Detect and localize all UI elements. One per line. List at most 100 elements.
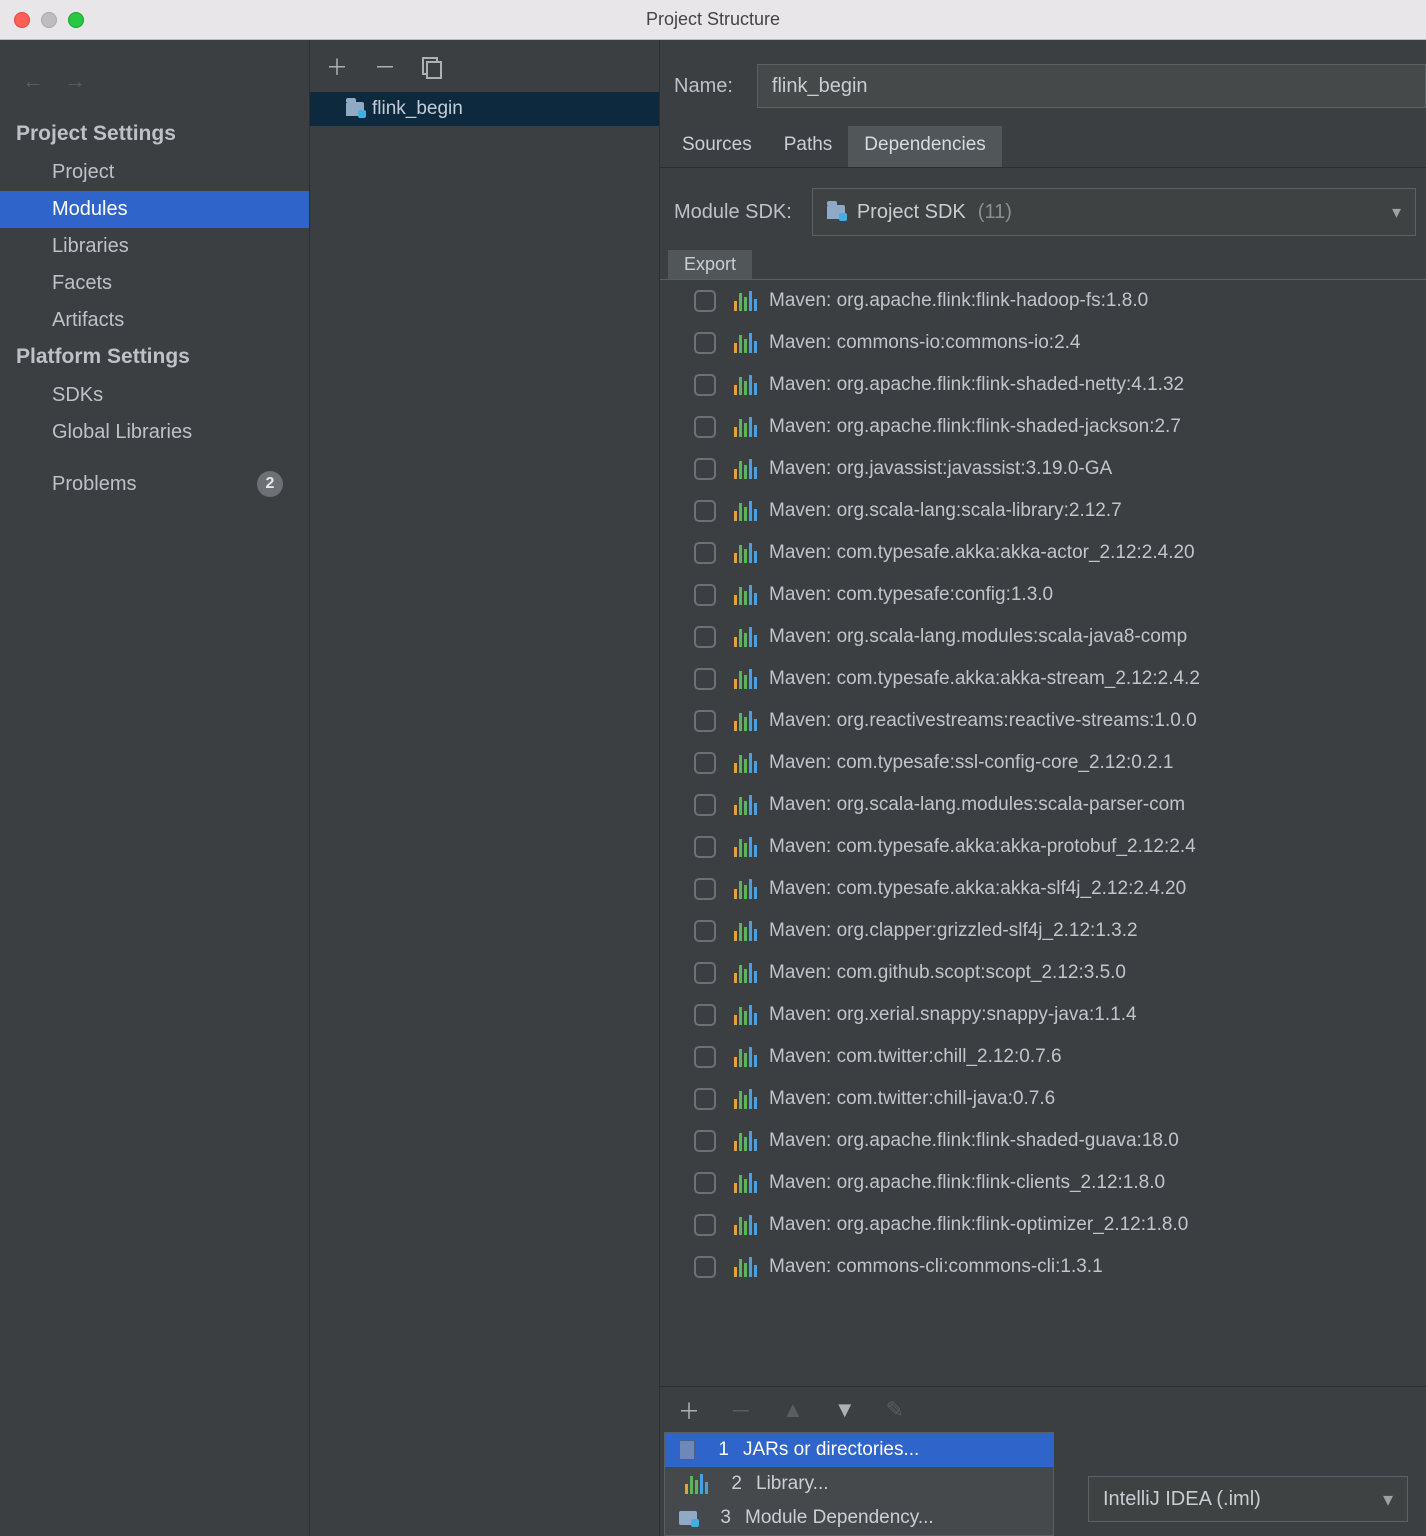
dependency-row[interactable]: Maven: com.typesafe.akka:akka-slf4j_2.12… [660, 868, 1426, 910]
dependency-row[interactable]: Maven: com.typesafe.akka:akka-protobuf_2… [660, 826, 1426, 868]
sidebar-item-libraries[interactable]: Libraries [0, 228, 309, 265]
dependency-row[interactable]: Maven: org.apache.flink:flink-clients_2.… [660, 1162, 1426, 1204]
module-sdk-select[interactable]: Project SDK (11) ▾ [812, 188, 1416, 236]
dependency-row[interactable]: Maven: org.reactivestreams:reactive-stre… [660, 700, 1426, 742]
dependency-row[interactable]: Maven: org.apache.flink:flink-shaded-net… [660, 364, 1426, 406]
library-icon [734, 333, 757, 353]
module-name-input[interactable] [757, 64, 1426, 108]
export-checkbox[interactable] [694, 458, 716, 480]
library-icon [734, 963, 757, 983]
dependency-row[interactable]: Maven: commons-cli:commons-cli:1.3.1 [660, 1246, 1426, 1288]
minimize-icon[interactable] [41, 12, 57, 28]
export-checkbox[interactable] [694, 668, 716, 690]
maximize-icon[interactable] [68, 12, 84, 28]
dependency-row[interactable]: Maven: org.apache.flink:flink-hadoop-fs:… [660, 280, 1426, 322]
dependency-row[interactable]: Maven: com.typesafe:ssl-config-core_2.12… [660, 742, 1426, 784]
sidebar-item-sdks[interactable]: SDKs [0, 377, 309, 414]
sidebar-item-global-libraries[interactable]: Global Libraries [0, 414, 309, 451]
sdk-value: Project SDK [857, 201, 966, 224]
dependency-row[interactable]: Maven: commons-io:commons-io:2.4 [660, 322, 1426, 364]
sidebar-item-modules[interactable]: Modules [0, 191, 309, 228]
export-checkbox[interactable] [694, 542, 716, 564]
dependency-row[interactable]: Maven: com.twitter:chill_2.12:0.7.6 [660, 1036, 1426, 1078]
dependency-label: Maven: org.apache.flink:flink-shaded-gua… [769, 1130, 1179, 1152]
move-down-icon[interactable]: ▼ [834, 1397, 856, 1423]
dependency-row[interactable]: Maven: com.typesafe.akka:akka-actor_2.12… [660, 532, 1426, 574]
tree-item-module[interactable]: flink_begin [310, 92, 659, 126]
dependency-row[interactable]: Maven: com.typesafe:config:1.3.0 [660, 574, 1426, 616]
tab-dependencies[interactable]: Dependencies [848, 126, 1001, 167]
edit-icon[interactable]: ✎ [886, 1397, 904, 1423]
export-checkbox[interactable] [694, 290, 716, 312]
add-icon[interactable]: ＋ [326, 50, 348, 82]
export-checkbox[interactable] [694, 332, 716, 354]
export-checkbox[interactable] [694, 626, 716, 648]
forward-icon[interactable]: → [64, 68, 86, 94]
export-checkbox[interactable] [694, 374, 716, 396]
dependency-label: Maven: org.xerial.snappy:snappy-java:1.1… [769, 1004, 1137, 1026]
export-checkbox[interactable] [694, 752, 716, 774]
export-checkbox[interactable] [694, 1004, 716, 1026]
module-format-select[interactable]: IntelliJ IDEA (.iml) ▾ [1088, 1476, 1408, 1522]
dependency-row[interactable]: Maven: org.scala-lang:scala-library:2.12… [660, 490, 1426, 532]
export-checkbox[interactable] [694, 794, 716, 816]
tab-paths[interactable]: Paths [768, 126, 849, 167]
export-checkbox[interactable] [694, 836, 716, 858]
dependency-row[interactable]: Maven: org.scala-lang.modules:scala-java… [660, 616, 1426, 658]
move-up-icon[interactable]: ▲ [782, 1397, 804, 1423]
popup-item-module-dependency[interactable]: 3 Module Dependency... [665, 1501, 1053, 1535]
export-checkbox[interactable] [694, 878, 716, 900]
export-checkbox[interactable] [694, 1130, 716, 1152]
dependency-row[interactable]: Maven: org.apache.flink:flink-optimizer_… [660, 1204, 1426, 1246]
export-checkbox[interactable] [694, 584, 716, 606]
library-icon [734, 1131, 757, 1151]
sidebar-item-problems[interactable]: Problems 2 [0, 451, 309, 504]
export-checkbox[interactable] [694, 1172, 716, 1194]
tree-item-label: flink_begin [372, 98, 463, 120]
module-details-panel: Name: Sources Paths Dependencies Module … [660, 40, 1426, 1536]
sidebar-item-facets[interactable]: Facets [0, 265, 309, 302]
export-checkbox[interactable] [694, 710, 716, 732]
export-checkbox[interactable] [694, 416, 716, 438]
dependency-label: Maven: org.reactivestreams:reactive-stre… [769, 710, 1197, 732]
module-tree-panel: ＋ － flink_begin [310, 40, 660, 1536]
dependency-label: Maven: org.scala-lang.modules:scala-java… [769, 626, 1187, 648]
export-checkbox[interactable] [694, 1256, 716, 1278]
popup-item-jars[interactable]: 1 JARs or directories... [665, 1433, 1053, 1467]
sidebar-item-artifacts[interactable]: Artifacts [0, 302, 309, 339]
dependency-row[interactable]: Maven: org.scala-lang.modules:scala-pars… [660, 784, 1426, 826]
export-checkbox[interactable] [694, 1088, 716, 1110]
remove-dependency-icon[interactable]: － [730, 1394, 752, 1426]
popup-item-shortcut: 2 [722, 1473, 742, 1495]
dependencies-list[interactable]: Maven: org.apache.flink:flink-hadoop-fs:… [660, 279, 1426, 1386]
popup-item-shortcut: 1 [709, 1439, 729, 1461]
sidebar-item-project[interactable]: Project [0, 154, 309, 191]
library-icon [734, 711, 757, 731]
dependency-row[interactable]: Maven: org.xerial.snappy:snappy-java:1.1… [660, 994, 1426, 1036]
export-checkbox[interactable] [694, 1214, 716, 1236]
export-checkbox[interactable] [694, 962, 716, 984]
library-icon [734, 1173, 757, 1193]
dependency-label: Maven: com.typesafe.akka:akka-slf4j_2.12… [769, 878, 1186, 900]
close-icon[interactable] [14, 12, 30, 28]
dependency-row[interactable]: Maven: com.github.scopt:scopt_2.12:3.5.0 [660, 952, 1426, 994]
export-checkbox[interactable] [694, 920, 716, 942]
dependency-row[interactable]: Maven: com.twitter:chill-java:0.7.6 [660, 1078, 1426, 1120]
back-icon[interactable]: ← [22, 68, 44, 94]
library-icon [734, 1005, 757, 1025]
dependency-row[interactable]: Maven: com.typesafe.akka:akka-stream_2.1… [660, 658, 1426, 700]
remove-icon[interactable]: － [374, 50, 396, 82]
export-column-header[interactable]: Export [668, 250, 752, 279]
dependency-row[interactable]: Maven: org.apache.flink:flink-shaded-jac… [660, 406, 1426, 448]
dependencies-toolbar: ＋ － ▲ ▼ ✎ [660, 1386, 1426, 1432]
add-dependency-icon[interactable]: ＋ [678, 1394, 700, 1426]
dependency-row[interactable]: Maven: org.javassist:javassist:3.19.0-GA [660, 448, 1426, 490]
export-checkbox[interactable] [694, 500, 716, 522]
popup-item-library[interactable]: 2 Library... [665, 1467, 1053, 1501]
dependency-row[interactable]: Maven: org.apache.flink:flink-shaded-gua… [660, 1120, 1426, 1162]
dependency-row[interactable]: Maven: org.clapper:grizzled-slf4j_2.12:1… [660, 910, 1426, 952]
export-checkbox[interactable] [694, 1046, 716, 1068]
copy-icon[interactable] [422, 57, 440, 75]
library-icon [734, 375, 757, 395]
tab-sources[interactable]: Sources [666, 126, 768, 167]
